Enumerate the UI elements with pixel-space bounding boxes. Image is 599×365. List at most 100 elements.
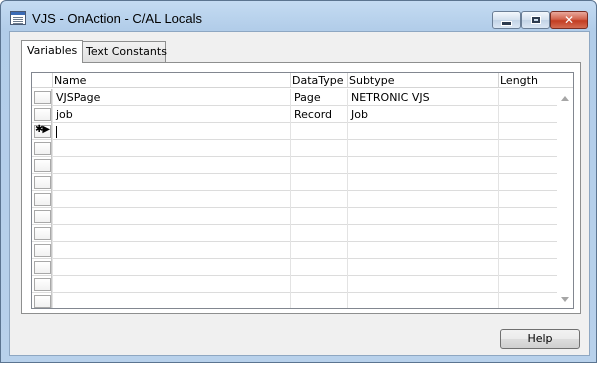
cell-datatype[interactable] [290,259,347,276]
cell-name[interactable] [52,123,290,140]
empty-row[interactable] [32,225,557,242]
cell-subtype[interactable] [347,191,498,208]
row-selector-box [34,244,51,257]
cell-datatype[interactable]: Record [290,106,347,123]
cell-length[interactable] [498,242,557,259]
cell-length[interactable] [498,208,557,225]
cell-name[interactable] [52,225,290,242]
empty-row[interactable] [32,242,557,259]
row-selector[interactable] [32,106,52,123]
table-row[interactable]: job Record Job [32,106,557,123]
cell-length[interactable] [498,293,557,308]
cell-name[interactable]: VJSPage [52,89,290,106]
row-selector[interactable]: ✱▶ [32,123,52,140]
new-row[interactable]: ✱▶ [32,123,557,140]
cell-datatype[interactable]: Page [290,89,347,106]
empty-row[interactable] [32,276,557,293]
cell-name[interactable] [52,276,290,293]
cell-datatype[interactable] [290,140,347,157]
cell-subtype[interactable]: Job [347,106,498,123]
row-selector-box [34,108,51,121]
empty-row[interactable] [32,191,557,208]
cell-subtype[interactable] [347,208,498,225]
minimize-button[interactable] [492,11,521,29]
column-header-name[interactable]: Name [52,73,290,88]
row-selector[interactable] [32,157,52,174]
cell-subtype[interactable] [347,123,498,140]
new-row-marker-icon: ✱▶ [35,124,50,135]
row-selector[interactable] [32,293,52,308]
cell-datatype[interactable] [290,174,347,191]
tab-text-constants[interactable]: Text Constants [80,41,167,62]
cell-datatype[interactable] [290,293,347,308]
empty-row[interactable] [32,174,557,191]
row-selector[interactable] [32,242,52,259]
cell-length[interactable] [498,225,557,242]
window-icon[interactable] [10,11,26,25]
title-bar[interactable]: VJS - OnAction - C/AL Locals ✕ [1,1,596,31]
cell-subtype[interactable] [347,157,498,174]
cell-name[interactable] [52,191,290,208]
cell-name[interactable] [52,259,290,276]
column-header-datatype[interactable]: DataType [290,73,347,88]
empty-row[interactable] [32,293,557,308]
cell-datatype[interactable] [290,123,347,140]
empty-row[interactable] [32,259,557,276]
maximize-icon [530,16,541,24]
empty-row[interactable] [32,140,557,157]
cell-datatype[interactable] [290,208,347,225]
cell-datatype[interactable] [290,191,347,208]
cell-subtype[interactable] [347,225,498,242]
cell-subtype[interactable] [347,242,498,259]
row-selector-box [34,193,51,206]
row-selector[interactable] [32,140,52,157]
cell-name[interactable] [52,208,290,225]
row-selector[interactable] [32,208,52,225]
maximize-button[interactable] [521,11,550,29]
cell-subtype[interactable] [347,293,498,308]
cell-datatype[interactable] [290,225,347,242]
cell-length[interactable] [498,259,557,276]
cell-datatype[interactable] [290,157,347,174]
cell-name[interactable] [52,174,290,191]
row-selector[interactable] [32,174,52,191]
column-header-subtype[interactable]: Subtype [347,73,498,88]
cell-name[interactable] [52,242,290,259]
dialog-client-area: Variables Text Constants Name DataType S… [9,31,590,356]
vertical-scrollbar[interactable] [557,88,573,308]
cell-subtype[interactable]: NETRONIC VJS [347,89,498,106]
table-row[interactable]: VJSPage Page NETRONIC VJS [32,89,557,106]
cell-subtype[interactable] [347,140,498,157]
cell-length[interactable] [498,191,557,208]
help-button[interactable]: Help [500,329,580,349]
close-button[interactable]: ✕ [550,11,588,29]
cell-name[interactable]: job [52,106,290,123]
cell-name[interactable] [52,157,290,174]
cell-length[interactable] [498,140,557,157]
cell-length[interactable] [498,89,557,106]
row-selector[interactable] [32,276,52,293]
cell-subtype[interactable] [347,276,498,293]
row-selector[interactable] [32,225,52,242]
cell-length[interactable] [498,276,557,293]
tab-variables[interactable]: Variables [21,40,84,63]
cell-name[interactable] [52,140,290,157]
cell-length[interactable] [498,157,557,174]
row-selector[interactable] [32,89,52,106]
empty-row[interactable] [32,208,557,225]
scroll-down-icon[interactable] [561,297,569,302]
cell-length[interactable] [498,123,557,140]
cell-subtype[interactable] [347,174,498,191]
variables-grid[interactable]: Name DataType Subtype Length VJSPage Pag… [31,72,574,309]
cell-datatype[interactable] [290,242,347,259]
column-header-length[interactable]: Length [498,73,557,88]
cell-datatype[interactable] [290,276,347,293]
cell-subtype[interactable] [347,259,498,276]
row-selector[interactable] [32,191,52,208]
row-selector[interactable] [32,259,52,276]
cell-length[interactable] [498,106,557,123]
empty-row[interactable] [32,157,557,174]
scroll-up-icon[interactable] [561,96,569,101]
cell-name[interactable] [52,293,290,308]
cell-length[interactable] [498,174,557,191]
